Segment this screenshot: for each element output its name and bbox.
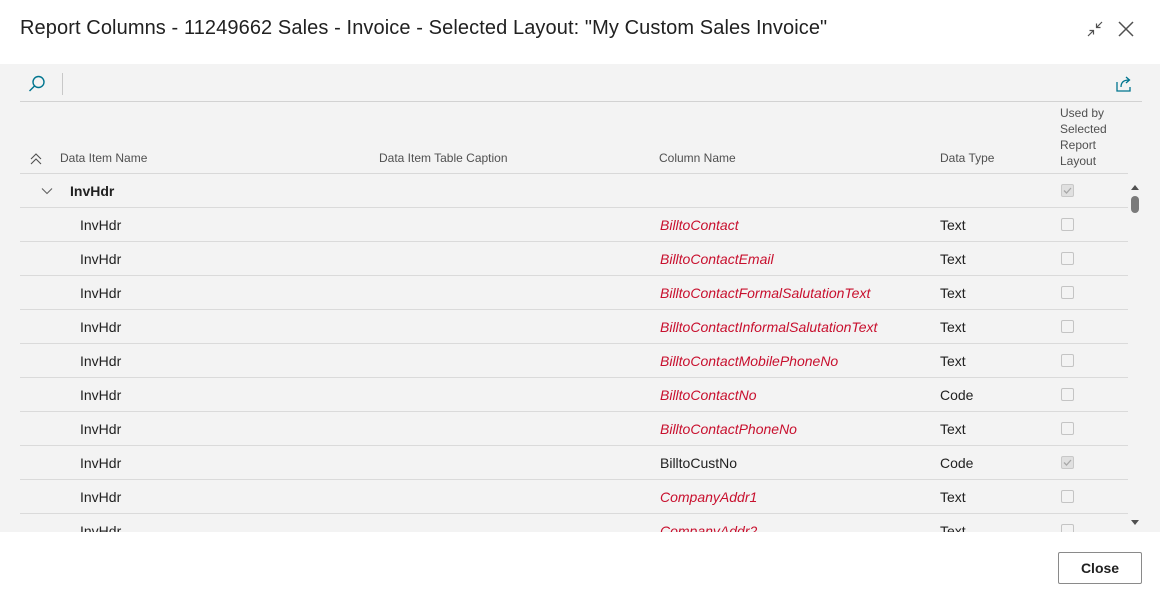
data-item-name-cell: InvHdr: [80, 251, 122, 267]
data-type-cell: Code: [940, 387, 974, 403]
column-name-cell: BilltoContact: [660, 217, 739, 233]
data-type-cell: Text: [940, 421, 966, 437]
collapse-arrows-icon[interactable]: [1083, 17, 1107, 41]
report-columns-panel: Data Item Name Data Item Table Caption C…: [0, 64, 1160, 532]
used-checkbox[interactable]: [1061, 252, 1074, 265]
table-row[interactable]: InvHdr BilltoCustNo Code: [20, 446, 1128, 480]
column-header-used-by-selected-report-layout[interactable]: Used by Selected Report Layout: [1060, 105, 1107, 169]
grid-rows: InvHdr InvHdr BilltoContact Text InvHdr Bill…: [20, 174, 1128, 532]
group-row-invhdr[interactable]: InvHdr: [20, 174, 1128, 208]
used-checkbox[interactable]: [1061, 354, 1074, 367]
data-type-cell: Text: [940, 353, 966, 369]
used-checkbox[interactable]: [1061, 456, 1074, 469]
data-type-cell: Text: [940, 217, 966, 233]
scroll-down-icon[interactable]: [1129, 515, 1141, 525]
column-name-cell: BilltoContactInformalSalutationText: [660, 319, 878, 335]
column-name-cell: BilltoContactEmail: [660, 251, 774, 267]
toolbar: [20, 64, 1142, 102]
vertical-scrollbar[interactable]: [1128, 174, 1142, 532]
dialog-header: Report Columns - 11249662 Sales - Invoic…: [0, 0, 1160, 64]
data-type-cell: Text: [940, 523, 966, 532]
column-name-cell: BilltoContactMobilePhoneNo: [660, 353, 839, 369]
close-icon[interactable]: [1114, 17, 1138, 41]
table-row[interactable]: InvHdr CompanyAddr1 Text: [20, 480, 1128, 514]
column-header-column-name[interactable]: Column Name: [659, 151, 736, 165]
data-type-cell: Text: [940, 489, 966, 505]
used-checkbox[interactable]: [1061, 388, 1074, 401]
column-header-data-type[interactable]: Data Type: [940, 151, 994, 165]
data-item-name-cell: InvHdr: [80, 353, 122, 369]
dialog-footer: Close: [0, 532, 1160, 593]
used-checkbox[interactable]: [1061, 320, 1074, 333]
table-row[interactable]: InvHdr BilltoContactEmail Text: [20, 242, 1128, 276]
grid-header: Data Item Name Data Item Table Caption C…: [20, 102, 1128, 174]
scrollbar-thumb[interactable]: [1131, 196, 1139, 213]
used-header-line: Report: [1060, 138, 1097, 152]
collapse-all-icon[interactable]: [29, 152, 43, 166]
column-header-data-item-name[interactable]: Data Item Name: [60, 151, 147, 165]
data-item-name-cell: InvHdr: [80, 455, 122, 471]
table-row[interactable]: InvHdr BilltoContactNo Code: [20, 378, 1128, 412]
data-item-name-cell: InvHdr: [80, 523, 122, 532]
group-name: InvHdr: [70, 183, 115, 199]
row-container: InvHdr BilltoContact Text InvHdr BilltoConta…: [20, 208, 1128, 532]
table-row[interactable]: InvHdr BilltoContact Text: [20, 208, 1128, 242]
used-header-line: Selected: [1060, 122, 1107, 136]
table-row[interactable]: InvHdr CompanyAddr2 Text: [20, 514, 1128, 532]
column-name-cell: CompanyAddr1: [660, 489, 758, 505]
close-button[interactable]: Close: [1058, 552, 1142, 584]
data-type-cell: Text: [940, 319, 966, 335]
used-checkbox[interactable]: [1061, 422, 1074, 435]
dialog-title: Report Columns - 11249662 Sales - Invoic…: [20, 17, 828, 39]
data-item-name-cell: InvHdr: [80, 421, 122, 437]
search-icon[interactable]: [26, 73, 48, 95]
used-checkbox[interactable]: [1061, 286, 1074, 299]
data-type-cell: Text: [940, 285, 966, 301]
data-item-name-cell: InvHdr: [80, 489, 122, 505]
column-name-cell: BilltoCustNo: [660, 455, 738, 471]
scroll-up-icon[interactable]: [1129, 179, 1141, 190]
data-type-cell: Code: [940, 455, 974, 471]
used-checkbox[interactable]: [1061, 524, 1074, 532]
data-item-name-cell: InvHdr: [80, 217, 122, 233]
table-row[interactable]: InvHdr BilltoContactInformalSalutationTex…: [20, 310, 1128, 344]
used-checkbox[interactable]: [1061, 490, 1074, 503]
table-row[interactable]: InvHdr BilltoContactFormalSalutationText T…: [20, 276, 1128, 310]
table-row[interactable]: InvHdr BilltoContactMobilePhoneNo Text: [20, 344, 1128, 378]
table-row[interactable]: InvHdr BilltoContactPhoneNo Text: [20, 412, 1128, 446]
data-item-name-cell: InvHdr: [80, 285, 122, 301]
column-name-cell: BilltoContactPhoneNo: [660, 421, 797, 437]
data-type-cell: Text: [940, 251, 966, 267]
used-header-line: Layout: [1060, 154, 1097, 168]
used-header-line: Used by: [1060, 106, 1105, 120]
used-checkbox[interactable]: [1061, 218, 1074, 231]
data-item-name-cell: InvHdr: [80, 319, 122, 335]
chevron-down-icon[interactable]: [40, 184, 54, 198]
used-checkbox[interactable]: [1061, 184, 1074, 197]
column-name-cell: BilltoContactNo: [660, 387, 757, 403]
column-name-cell: BilltoContactFormalSalutationText: [660, 285, 871, 301]
toolbar-divider: [62, 73, 63, 95]
data-item-name-cell: InvHdr: [80, 387, 122, 403]
column-header-data-item-table-caption[interactable]: Data Item Table Caption: [379, 151, 508, 165]
column-name-cell: CompanyAddr2: [660, 523, 758, 532]
share-icon[interactable]: [1113, 73, 1135, 95]
